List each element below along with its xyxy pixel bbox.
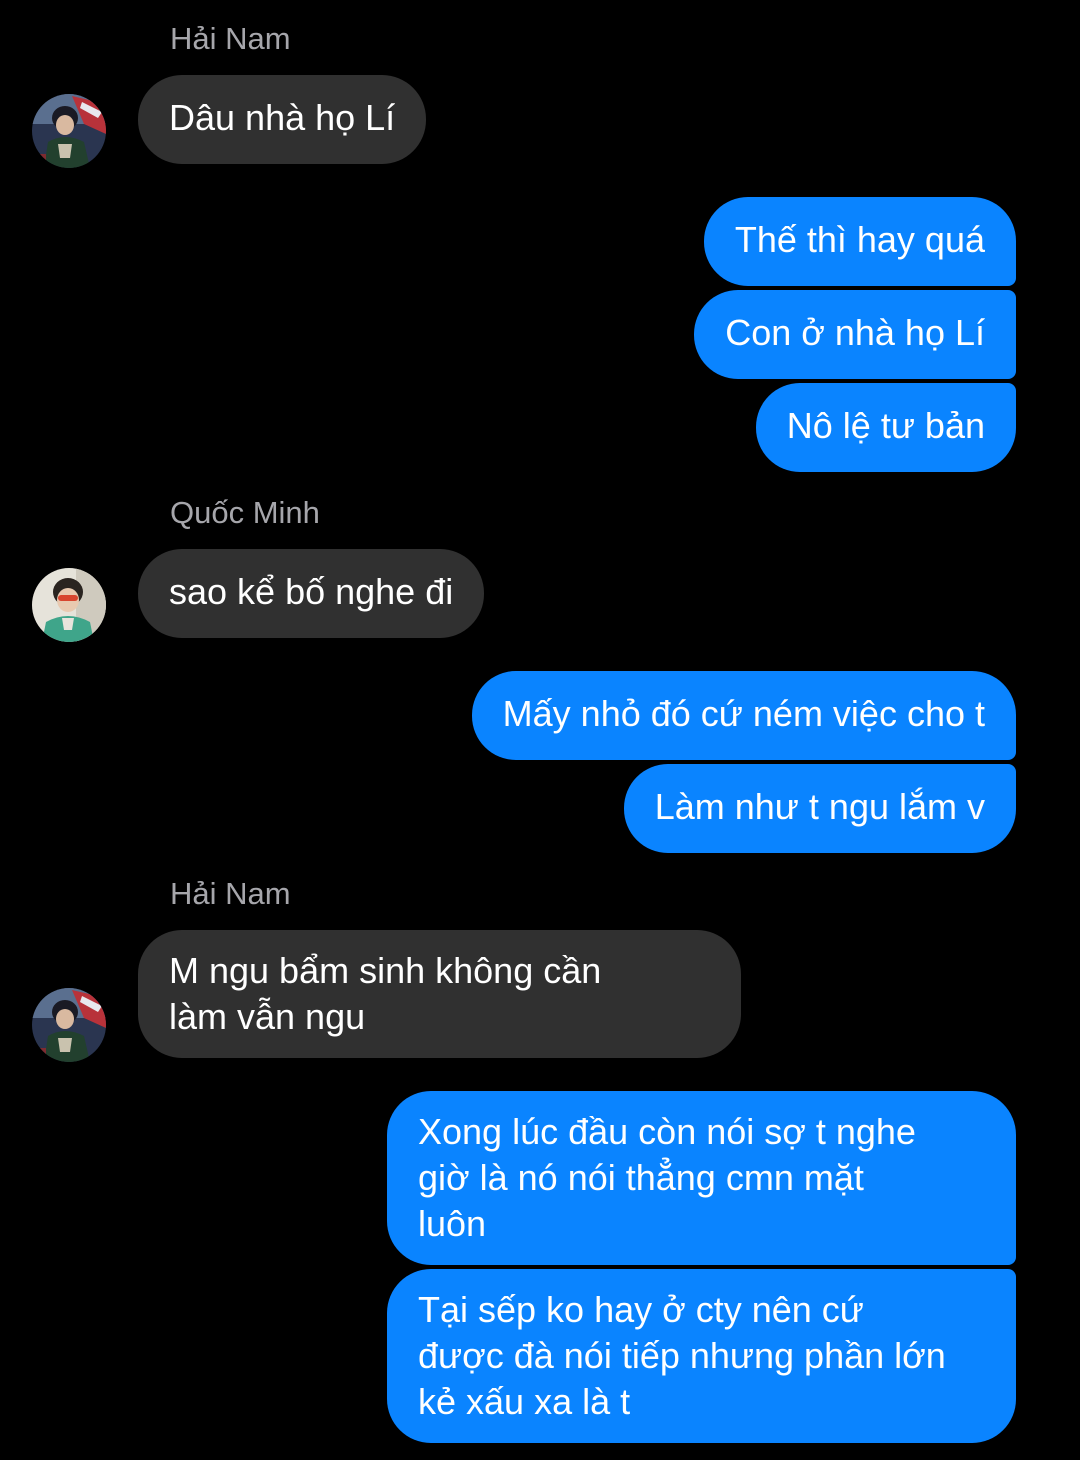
outgoing-message[interactable]: Con ở nhà họ Lí (694, 290, 1016, 379)
sender-name: Hải Nam (170, 21, 291, 56)
outgoing-message[interactable]: Làm như t ngu lắm v (623, 764, 1016, 853)
incoming-message[interactable]: M ngu bẩm sinh không cần làm vẫn ngu (138, 930, 741, 1058)
user-avatar-quoc-minh-icon[interactable] (32, 568, 106, 642)
sender-name: Hải Nam (170, 876, 291, 911)
user-avatar-hai-nam-icon[interactable] (32, 988, 106, 1062)
outgoing-message[interactable]: Tại sếp ko hay ở cty nên cứ được đà nói … (387, 1269, 1016, 1443)
outgoing-message[interactable]: Xong lúc đầu còn nói sợ t nghe giờ là nó… (387, 1091, 1016, 1265)
sender-name: Quốc Minh (170, 495, 320, 530)
outgoing-message[interactable]: Nô lệ tư bản (755, 383, 1016, 472)
incoming-message[interactable]: sao kể bố nghe đi (138, 549, 485, 638)
user-avatar-hai-nam-icon[interactable] (32, 94, 106, 168)
outgoing-message[interactable]: Thế thì hay quá (703, 197, 1016, 286)
incoming-message[interactable]: Dâu nhà họ Lí (138, 75, 427, 164)
outgoing-message[interactable]: Mấy nhỏ đó cứ ném việc cho t (471, 671, 1016, 760)
